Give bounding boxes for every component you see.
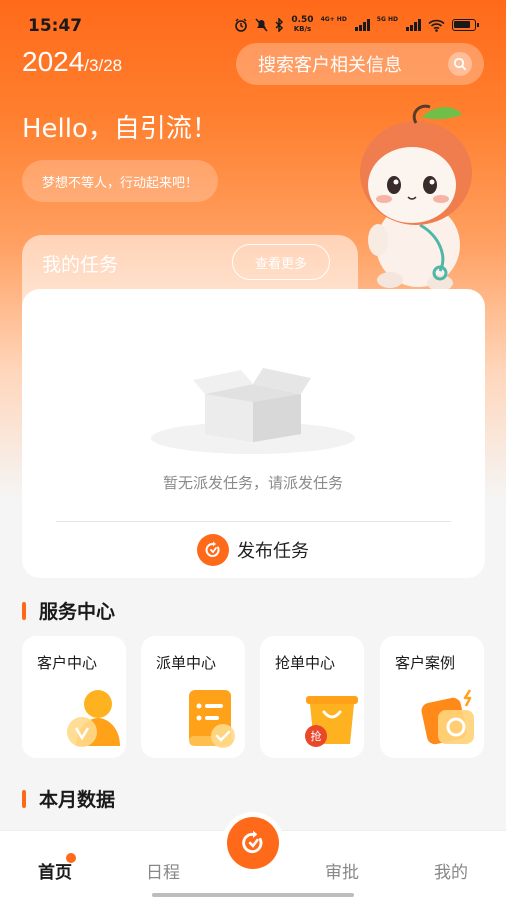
current-date: 2024/3/28 [22, 46, 122, 78]
empty-box-icon [151, 368, 355, 454]
signal-icon-sim2 [406, 19, 421, 31]
service-customer-center[interactable]: 客户中心 [22, 636, 126, 758]
network-speed: 0.50 KB/s [291, 16, 313, 34]
search-placeholder: 搜索客户相关信息 [258, 55, 402, 76]
motto-badge: 梦想不等人，行动起来吧！ [22, 160, 218, 202]
nav-home[interactable]: 首页 [25, 858, 85, 883]
search-icon[interactable] [448, 52, 472, 76]
sim1-label: 4G+ HD [320, 15, 347, 23]
publish-task-button[interactable]: 发布任务 [197, 532, 309, 568]
customer-case-icon [421, 689, 474, 745]
status-icons: 0.50 KB/s 4G+ HD 5G HD [234, 15, 479, 34]
signal-icon-sim1 [354, 19, 370, 31]
service-center-title: 服务中心 [39, 601, 116, 623]
publish-center-icon [227, 817, 279, 869]
mute-icon [255, 18, 268, 32]
battery-icon [452, 19, 479, 31]
alarm-icon [235, 18, 248, 32]
customer-center-icon [67, 690, 120, 747]
service-label: 派单中心 [156, 654, 217, 672]
section-accent-bar [22, 789, 26, 808]
status-time: 15:47 [28, 16, 83, 36]
publish-task-label: 发布任务 [237, 541, 309, 562]
greeting-text: Hello，自引流！ [22, 114, 218, 144]
nav-approval[interactable]: 审批 [312, 858, 372, 883]
task-card-divider [56, 521, 451, 522]
nav-schedule[interactable]: 日程 [133, 858, 193, 883]
sim2-label: 5G HD [376, 15, 398, 23]
grab-order-badge: 抢 [305, 725, 327, 747]
network-speed-value: 0.50 [291, 15, 314, 25]
date-month-day: /3/28 [84, 56, 123, 75]
monthly-data-header: 本月数据 [22, 785, 115, 812]
bluetooth-icon [275, 18, 284, 32]
dispatch-center-icon [189, 690, 235, 748]
service-customer-case[interactable]: 客户案例 [380, 636, 484, 758]
network-speed-unit: KB/s [293, 25, 312, 33]
service-dispatch-center[interactable]: 派单中心 [141, 636, 245, 758]
mascot-illustration [360, 104, 472, 291]
service-label: 客户中心 [37, 654, 98, 672]
grab-order-badge-text: 抢 [310, 730, 322, 743]
monthly-data-title: 本月数据 [39, 789, 116, 811]
my-tasks-title: 我的任务 [42, 254, 119, 276]
wifi-icon [428, 19, 445, 32]
search-input[interactable]: 搜索客户相关信息 [236, 43, 484, 85]
nav-mine[interactable]: 我的 [421, 858, 481, 883]
publish-task-icon [197, 534, 229, 566]
date-year: 2024 [22, 46, 85, 77]
nav-home-dot [66, 853, 76, 863]
service-label: 抢单中心 [275, 654, 336, 672]
view-more-button[interactable]: 查看更多 [232, 244, 330, 280]
service-center-header: 服务中心 [22, 597, 115, 624]
service-label: 客户案例 [395, 654, 456, 672]
home-indicator [152, 893, 354, 897]
status-bar: 15:47 0.50 KB/s 4G+ HD 5G HD [0, 0, 506, 40]
empty-state-text: 暂无派发任务，请派发任务 [162, 474, 343, 492]
section-accent-bar [22, 601, 26, 620]
nav-center-button[interactable] [222, 812, 284, 874]
service-grab-order-center[interactable]: 抢单中心 抢 [260, 636, 364, 758]
